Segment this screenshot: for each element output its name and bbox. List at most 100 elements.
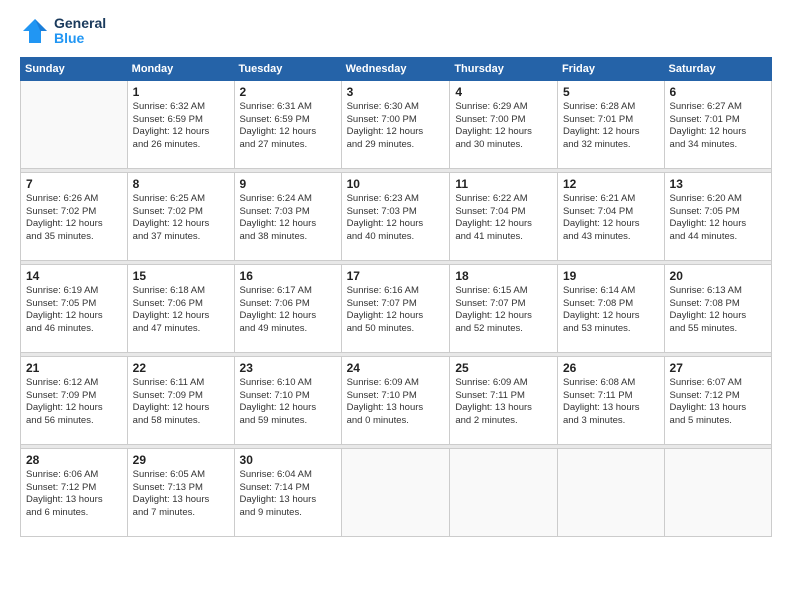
day-number: 13 xyxy=(670,177,766,191)
cell-content: Sunrise: 6:10 AM Sunset: 7:10 PM Dayligh… xyxy=(240,377,336,428)
day-number: 3 xyxy=(347,85,445,99)
calendar-cell: 10 Sunrise: 6:23 AM Sunset: 7:03 PM Dayli… xyxy=(341,172,450,260)
calendar-cell: 18 Sunrise: 6:15 AM Sunset: 7:07 PM Dayli… xyxy=(450,264,558,352)
calendar-cell: 4Sunrise: 6:29 AM Sunset: 7:00 PM Daylig… xyxy=(450,80,558,168)
day-number: 1 xyxy=(133,85,229,99)
calendar-table: SundayMondayTuesdayWednesdayThursdayFrid… xyxy=(20,57,772,537)
cell-content: Sunrise: 6:04 AM Sunset: 7:14 PM Dayligh… xyxy=(240,469,336,520)
cell-content: Sunrise: 6:08 AM Sunset: 7:11 PM Dayligh… xyxy=(563,377,659,428)
cell-content: Sunrise: 6:22 AM Sunset: 7:04 PM Dayligh… xyxy=(455,193,552,244)
weekday-header-saturday: Saturday xyxy=(664,57,771,80)
weekday-header-sunday: Sunday xyxy=(21,57,128,80)
calendar-cell: 8 Sunrise: 6:25 AM Sunset: 7:02 PM Daylig… xyxy=(127,172,234,260)
day-number: 30 xyxy=(240,453,336,467)
calendar-cell: 17 Sunrise: 6:16 AM Sunset: 7:07 PM Dayli… xyxy=(341,264,450,352)
calendar-cell: 7 Sunrise: 6:26 AM Sunset: 7:02 PM Daylig… xyxy=(21,172,128,260)
cell-content: Sunrise: 6:15 AM Sunset: 7:07 PM Dayligh… xyxy=(455,285,552,336)
day-number: 11 xyxy=(455,177,552,191)
day-number: 23 xyxy=(240,361,336,375)
cell-content: Sunrise: 6:29 AM Sunset: 7:00 PM Dayligh… xyxy=(455,101,552,152)
cell-content: Sunrise: 6:32 AM Sunset: 6:59 PM Dayligh… xyxy=(133,101,229,152)
calendar-cell: 27 Sunrise: 6:07 AM Sunset: 7:12 PM Dayli… xyxy=(664,356,771,444)
cell-content: Sunrise: 6:16 AM Sunset: 7:07 PM Dayligh… xyxy=(347,285,445,336)
cell-content: Sunrise: 6:28 AM Sunset: 7:01 PM Dayligh… xyxy=(563,101,659,152)
weekday-header-thursday: Thursday xyxy=(450,57,558,80)
weekday-header-row: SundayMondayTuesdayWednesdayThursdayFrid… xyxy=(21,57,772,80)
calendar-cell xyxy=(341,448,450,536)
calendar-cell: 16Sunrise: 6:17 AM Sunset: 7:06 PM Dayli… xyxy=(234,264,341,352)
calendar-cell: 21 Sunrise: 6:12 AM Sunset: 7:09 PM Dayli… xyxy=(21,356,128,444)
calendar-cell: 14 Sunrise: 6:19 AM Sunset: 7:05 PM Dayli… xyxy=(21,264,128,352)
logo-text: General Blue xyxy=(54,16,106,47)
cell-content: Sunrise: 6:13 AM Sunset: 7:08 PM Dayligh… xyxy=(670,285,766,336)
cell-content: Sunrise: 6:05 AM Sunset: 7:13 PM Dayligh… xyxy=(133,469,229,520)
cell-content: Sunrise: 6:14 AM Sunset: 7:08 PM Dayligh… xyxy=(563,285,659,336)
cell-content: Sunrise: 6:19 AM Sunset: 7:05 PM Dayligh… xyxy=(26,285,122,336)
day-number: 8 xyxy=(133,177,229,191)
calendar-cell xyxy=(21,80,128,168)
day-number: 9 xyxy=(240,177,336,191)
day-number: 27 xyxy=(670,361,766,375)
calendar-cell: 28Sunrise: 6:06 AM Sunset: 7:12 PM Dayli… xyxy=(21,448,128,536)
cell-content: Sunrise: 6:27 AM Sunset: 7:01 PM Dayligh… xyxy=(670,101,766,152)
week-row-5: 28Sunrise: 6:06 AM Sunset: 7:12 PM Dayli… xyxy=(21,448,772,536)
calendar-cell: 1 Sunrise: 6:32 AM Sunset: 6:59 PM Daylig… xyxy=(127,80,234,168)
day-number: 18 xyxy=(455,269,552,283)
cell-content: Sunrise: 6:11 AM Sunset: 7:09 PM Dayligh… xyxy=(133,377,229,428)
calendar-cell xyxy=(557,448,664,536)
day-number: 20 xyxy=(670,269,766,283)
day-number: 25 xyxy=(455,361,552,375)
calendar-page: General Blue SundayMondayTuesdayWednesda… xyxy=(0,0,792,612)
cell-content: Sunrise: 6:12 AM Sunset: 7:09 PM Dayligh… xyxy=(26,377,122,428)
cell-content: Sunrise: 6:31 AM Sunset: 6:59 PM Dayligh… xyxy=(240,101,336,152)
week-row-1: 1 Sunrise: 6:32 AM Sunset: 6:59 PM Daylig… xyxy=(21,80,772,168)
cell-content: Sunrise: 6:26 AM Sunset: 7:02 PM Dayligh… xyxy=(26,193,122,244)
logo-icon xyxy=(20,16,50,46)
calendar-cell: 30 Sunrise: 6:04 AM Sunset: 7:14 PM Dayli… xyxy=(234,448,341,536)
cell-content: Sunrise: 6:24 AM Sunset: 7:03 PM Dayligh… xyxy=(240,193,336,244)
calendar-cell: 6 Sunrise: 6:27 AM Sunset: 7:01 PM Daylig… xyxy=(664,80,771,168)
week-row-2: 7 Sunrise: 6:26 AM Sunset: 7:02 PM Daylig… xyxy=(21,172,772,260)
calendar-cell: 19Sunrise: 6:14 AM Sunset: 7:08 PM Dayli… xyxy=(557,264,664,352)
day-number: 7 xyxy=(26,177,122,191)
day-number: 6 xyxy=(670,85,766,99)
day-number: 21 xyxy=(26,361,122,375)
day-number: 15 xyxy=(133,269,229,283)
day-number: 26 xyxy=(563,361,659,375)
day-number: 28 xyxy=(26,453,122,467)
calendar-cell: 15 Sunrise: 6:18 AM Sunset: 7:06 PM Dayli… xyxy=(127,264,234,352)
calendar-cell: 3 Sunrise: 6:30 AM Sunset: 7:00 PM Daylig… xyxy=(341,80,450,168)
cell-content: Sunrise: 6:25 AM Sunset: 7:02 PM Dayligh… xyxy=(133,193,229,244)
day-number: 10 xyxy=(347,177,445,191)
calendar-cell xyxy=(664,448,771,536)
day-number: 5 xyxy=(563,85,659,99)
weekday-header-wednesday: Wednesday xyxy=(341,57,450,80)
week-row-3: 14 Sunrise: 6:19 AM Sunset: 7:05 PM Dayli… xyxy=(21,264,772,352)
calendar-cell: 13 Sunrise: 6:20 AM Sunset: 7:05 PM Dayli… xyxy=(664,172,771,260)
cell-content: Sunrise: 6:18 AM Sunset: 7:06 PM Dayligh… xyxy=(133,285,229,336)
header: General Blue xyxy=(20,16,772,47)
cell-content: Sunrise: 6:09 AM Sunset: 7:10 PM Dayligh… xyxy=(347,377,445,428)
calendar-cell: 29 Sunrise: 6:05 AM Sunset: 7:13 PM Dayli… xyxy=(127,448,234,536)
calendar-cell: 20 Sunrise: 6:13 AM Sunset: 7:08 PM Dayli… xyxy=(664,264,771,352)
cell-content: Sunrise: 6:20 AM Sunset: 7:05 PM Dayligh… xyxy=(670,193,766,244)
day-number: 29 xyxy=(133,453,229,467)
day-number: 14 xyxy=(26,269,122,283)
calendar-cell: 26 Sunrise: 6:08 AM Sunset: 7:11 PM Dayli… xyxy=(557,356,664,444)
cell-content: Sunrise: 6:23 AM Sunset: 7:03 PM Dayligh… xyxy=(347,193,445,244)
day-number: 16 xyxy=(240,269,336,283)
day-number: 22 xyxy=(133,361,229,375)
day-number: 12 xyxy=(563,177,659,191)
cell-content: Sunrise: 6:21 AM Sunset: 7:04 PM Dayligh… xyxy=(563,193,659,244)
calendar-cell: 25Sunrise: 6:09 AM Sunset: 7:11 PM Dayli… xyxy=(450,356,558,444)
weekday-header-tuesday: Tuesday xyxy=(234,57,341,80)
cell-content: Sunrise: 6:07 AM Sunset: 7:12 PM Dayligh… xyxy=(670,377,766,428)
day-number: 17 xyxy=(347,269,445,283)
day-number: 24 xyxy=(347,361,445,375)
calendar-cell: 12 Sunrise: 6:21 AM Sunset: 7:04 PM Dayli… xyxy=(557,172,664,260)
cell-content: Sunrise: 6:30 AM Sunset: 7:00 PM Dayligh… xyxy=(347,101,445,152)
calendar-cell: 9 Sunrise: 6:24 AM Sunset: 7:03 PM Daylig… xyxy=(234,172,341,260)
weekday-header-friday: Friday xyxy=(557,57,664,80)
calendar-cell: 5 Sunrise: 6:28 AM Sunset: 7:01 PM Daylig… xyxy=(557,80,664,168)
calendar-cell: 11 Sunrise: 6:22 AM Sunset: 7:04 PM Dayli… xyxy=(450,172,558,260)
